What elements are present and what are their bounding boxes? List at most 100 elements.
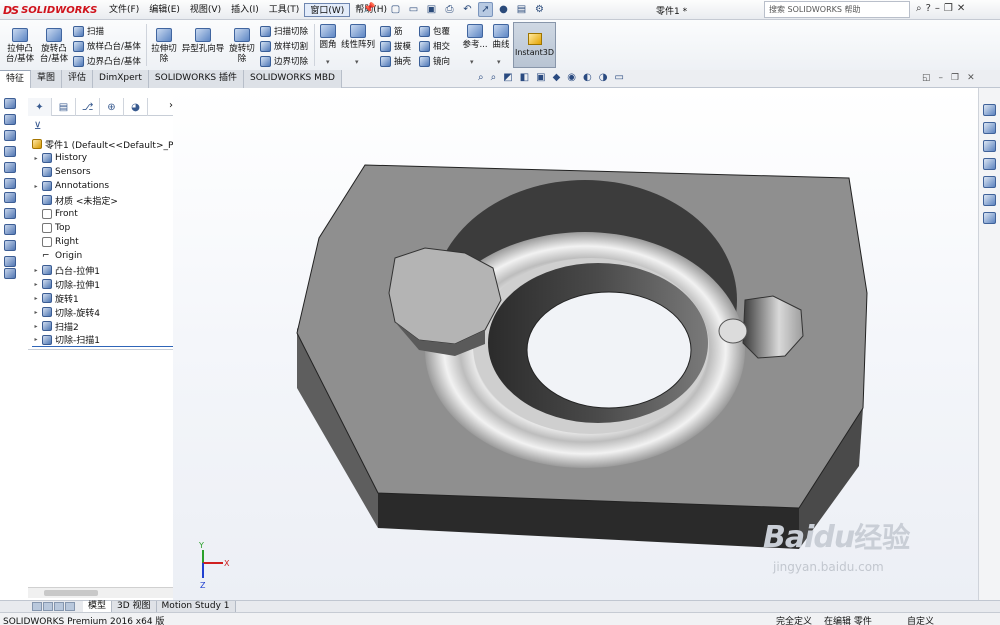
- graphics-area[interactable]: Y X Z Baidu经验 jingyan.baidu.com: [173, 88, 978, 600]
- sheet-metal-icon[interactable]: [4, 192, 16, 203]
- filter-icon[interactable]: ⊻: [34, 121, 41, 132]
- tree-item-boss-extrude1[interactable]: ▸ 凸台-拉伸1: [32, 263, 100, 277]
- revolve-cut-button[interactable]: 旋转切除: [228, 28, 256, 64]
- design-library-icon[interactable]: [983, 122, 996, 134]
- search-input[interactable]: 搜索 SOLIDWORKS 帮助: [764, 1, 910, 18]
- view-orientation-icon[interactable]: ▣: [536, 72, 545, 83]
- expand-arrow-icon[interactable]: ▸: [32, 295, 40, 302]
- new-icon[interactable]: ▢: [388, 2, 403, 17]
- surface-icon[interactable]: [4, 178, 16, 189]
- sweep-cut-button[interactable]: 扫描切除: [260, 24, 308, 38]
- tab-addins[interactable]: SOLIDWORKS 插件: [148, 70, 244, 88]
- display-manager-tab-icon[interactable]: ◕: [124, 98, 148, 116]
- revolve-boss-button[interactable]: 旋转凸台/基体: [38, 28, 70, 64]
- weldments-icon[interactable]: [4, 208, 16, 219]
- file-properties-icon[interactable]: ▤: [514, 2, 529, 17]
- forum-icon[interactable]: [983, 212, 996, 224]
- undo-icon[interactable]: ↶: [460, 2, 475, 17]
- tree-item-sensors[interactable]: Sensors: [32, 165, 91, 179]
- file-explorer-icon[interactable]: [983, 140, 996, 152]
- rebuild-icon[interactable]: ●: [496, 2, 511, 17]
- expand-arrow-icon[interactable]: ▸: [32, 155, 40, 162]
- open-icon[interactable]: ▭: [406, 2, 421, 17]
- status-custom-units[interactable]: 自定义: [907, 614, 934, 625]
- restore-icon[interactable]: ❐: [944, 3, 953, 14]
- appearances-icon[interactable]: [983, 176, 996, 188]
- dimxpert-tab-icon[interactable]: ⊕: [100, 98, 124, 116]
- render-icon[interactable]: [4, 240, 16, 251]
- menu-insert[interactable]: 插入(I): [226, 3, 264, 17]
- tree-horizontal-scrollbar[interactable]: [28, 587, 173, 598]
- extrude-cut-button[interactable]: 拉伸切除: [150, 28, 178, 64]
- appearance-icon[interactable]: ◐: [583, 72, 592, 83]
- shell-button[interactable]: 抽壳: [380, 54, 411, 68]
- tree-item-cut-extrude1[interactable]: ▸ 切除-拉伸1: [32, 277, 100, 291]
- sweep-button[interactable]: 扫描: [73, 24, 104, 38]
- sketch-3d-icon[interactable]: [4, 98, 16, 109]
- expand-arrow-icon[interactable]: ▸: [32, 323, 40, 330]
- fillet-button[interactable]: 圆角: [317, 24, 339, 50]
- rib-button[interactable]: 筋: [380, 24, 403, 38]
- tree-item-cut-revolve4[interactable]: ▸ 切除-旋转4: [32, 305, 100, 319]
- menu-file[interactable]: 文件(F): [104, 3, 144, 17]
- boundary-cut-button[interactable]: 边界切除: [260, 54, 308, 68]
- first-tab-icon[interactable]: [32, 602, 42, 611]
- prev-tab-icon[interactable]: [43, 602, 53, 611]
- tree-item-front-plane[interactable]: Front: [32, 207, 78, 221]
- curves-button[interactable]: 曲线: [490, 24, 512, 50]
- doc-minimize-icon[interactable]: –: [939, 73, 944, 83]
- wrap-button[interactable]: 包覆: [419, 24, 450, 38]
- instant3d-button[interactable]: Instant3D: [513, 22, 556, 68]
- solidworks-logo[interactable]: DS SOLIDWORKS: [3, 2, 97, 18]
- menu-view[interactable]: 视图(V): [185, 3, 226, 17]
- property-manager-tab-icon[interactable]: ▤: [52, 98, 76, 116]
- hole-wizard-button[interactable]: 异型孔向导: [180, 28, 226, 54]
- tab-sketch[interactable]: 草图: [31, 70, 63, 88]
- rebuild-tool-icon[interactable]: [4, 256, 16, 267]
- tree-item-history[interactable]: ▸ History: [32, 151, 87, 165]
- options-gear-icon[interactable]: ⚙: [532, 2, 547, 17]
- next-tab-icon[interactable]: [54, 602, 64, 611]
- mirror-button[interactable]: 镜向: [419, 54, 450, 68]
- pattern-dropdown-icon[interactable]: ▾: [355, 58, 359, 66]
- expand-arrow-icon[interactable]: ▸: [32, 281, 40, 288]
- custom-properties-icon[interactable]: [983, 194, 996, 206]
- doc-maximize-icon[interactable]: ❐: [951, 73, 959, 83]
- tree-item-revolve1[interactable]: ▸ 旋转1: [32, 291, 79, 305]
- loft-boss-button[interactable]: 放样凸台/基体: [73, 39, 141, 53]
- extrude-boss-button[interactable]: 拉伸凸台/基体: [4, 28, 36, 64]
- part-icon[interactable]: [4, 130, 16, 141]
- loft-cut-button[interactable]: 放样切割: [260, 39, 308, 53]
- configuration-tab-icon[interactable]: ⎇: [76, 98, 100, 116]
- doc-restore-icon[interactable]: ◱: [922, 73, 931, 83]
- home-icon[interactable]: [983, 104, 996, 116]
- fillet-dropdown-icon[interactable]: ▾: [326, 58, 330, 66]
- draft-button[interactable]: 拔模: [380, 39, 411, 53]
- feature-tree-tab-icon[interactable]: ✦: [28, 98, 52, 116]
- hide-show-icon[interactable]: ◉: [567, 72, 576, 83]
- tree-item-right-plane[interactable]: Right: [32, 235, 79, 249]
- close-icon[interactable]: ✕: [957, 3, 965, 14]
- select-arrow-icon[interactable]: ➚: [478, 2, 493, 17]
- tab-dimxpert[interactable]: DimXpert: [93, 70, 149, 88]
- mold-icon[interactable]: [4, 224, 16, 235]
- tab-mbd[interactable]: SOLIDWORKS MBD: [244, 70, 342, 88]
- scene-icon[interactable]: ◑: [599, 72, 608, 83]
- curves-dropdown-icon[interactable]: ▾: [497, 58, 501, 66]
- search-icon[interactable]: ⌕: [916, 3, 922, 14]
- smart-dimension-icon[interactable]: [4, 114, 16, 125]
- display-settings-icon[interactable]: ▭: [614, 72, 623, 83]
- zoom-to-fit-icon[interactable]: ⌕: [478, 72, 484, 83]
- reference-geometry-button[interactable]: 参考...: [461, 24, 489, 50]
- save-icon[interactable]: ▣: [424, 2, 439, 17]
- doc-close-icon[interactable]: ✕: [967, 73, 975, 83]
- print-icon[interactable]: ⎙: [442, 2, 457, 17]
- tree-root[interactable]: 零件1 (Default<<Default>_Ph: [30, 137, 179, 151]
- tab-features[interactable]: 特征: [0, 70, 32, 88]
- expand-arrow-icon[interactable]: ▸: [32, 183, 40, 190]
- assembly-icon[interactable]: [4, 146, 16, 157]
- view-palette-icon[interactable]: [983, 158, 996, 170]
- scrollbar-thumb[interactable]: [44, 590, 98, 596]
- menu-window[interactable]: 窗口(W): [304, 3, 351, 17]
- expand-arrow-icon[interactable]: ▸: [32, 267, 40, 274]
